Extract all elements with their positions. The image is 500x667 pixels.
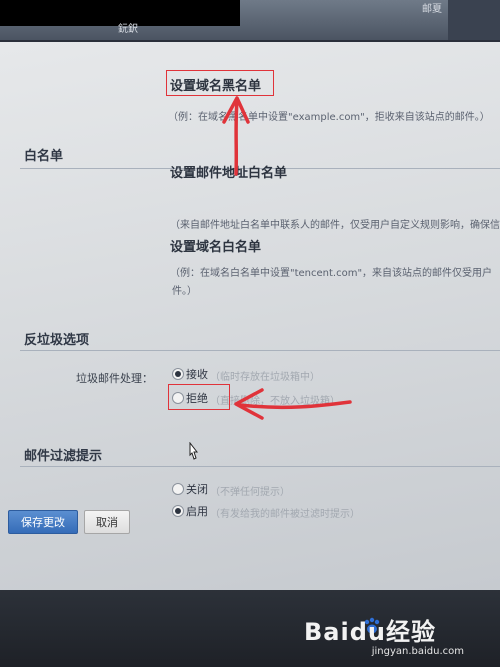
notice-off-hint: （不弹任何提示） — [210, 487, 290, 498]
annotation-box-reject — [168, 384, 230, 410]
filter-notice-section-title: 邮件过滤提示 — [24, 449, 103, 464]
whitelist-domain-desc-line2: 件。） — [172, 286, 197, 297]
spam-handling-label: 垃圾邮件处理： — [76, 372, 153, 385]
watermark-url: jingyan.baidu.com — [371, 646, 464, 657]
notice-on-label[interactable]: 启用 — [186, 503, 208, 519]
topbar-label-left: 鈨鈬 — [118, 24, 138, 35]
browser-top-bar: 鈨鈬 邮夏 — [0, 0, 500, 40]
antispam-section-title: 反垃圾选项 — [24, 333, 90, 348]
notice-off-label[interactable]: 关闭 — [186, 481, 208, 497]
whitelist-section-title: 白名单 — [24, 149, 64, 164]
cancel-button[interactable]: 取消 — [84, 510, 130, 534]
spam-accept-radio[interactable] — [172, 368, 184, 380]
spam-accept-label[interactable]: 接收 — [186, 366, 208, 382]
section-divider — [20, 350, 500, 351]
whitelist-address-desc: （来自邮件地址白名单中联系人的邮件，仅受用户自定义规则影响，确保信 — [170, 220, 500, 231]
notice-off-radio[interactable] — [172, 483, 184, 495]
save-button[interactable]: 保存更改 — [8, 510, 78, 534]
spam-accept-hint: （临时存放在垃圾箱中） — [210, 372, 320, 383]
notice-on-radio[interactable] — [172, 505, 184, 517]
whitelist-domain-link[interactable]: 设置域名白名单 — [170, 236, 261, 255]
notice-on-hint: （有发给我的邮件被过滤时提示） — [210, 509, 360, 520]
whitelist-domain-desc-line1: （例：在域名白名单中设置"tencent.com"，来自该站点的邮件仅受用户 — [170, 268, 493, 279]
settings-page: 设置域名黑名单 （例：在域名黑名单中设置"example.com"，拒收来自该站… — [0, 42, 500, 590]
topbar-label-right: 邮夏 — [422, 4, 442, 15]
annotation-box-blacklist — [166, 70, 274, 96]
mouse-pointer-icon — [189, 442, 199, 460]
watermark-brand: Baidu经验 — [304, 618, 436, 646]
blacklist-domain-desc: （例：在域名黑名单中设置"example.com"，拒收来自该站点的邮件。） — [168, 112, 490, 123]
section-divider — [20, 466, 500, 467]
topbar-right-panel — [448, 0, 500, 40]
whitelist-address-link[interactable]: 设置邮件地址白名单 — [170, 162, 287, 181]
